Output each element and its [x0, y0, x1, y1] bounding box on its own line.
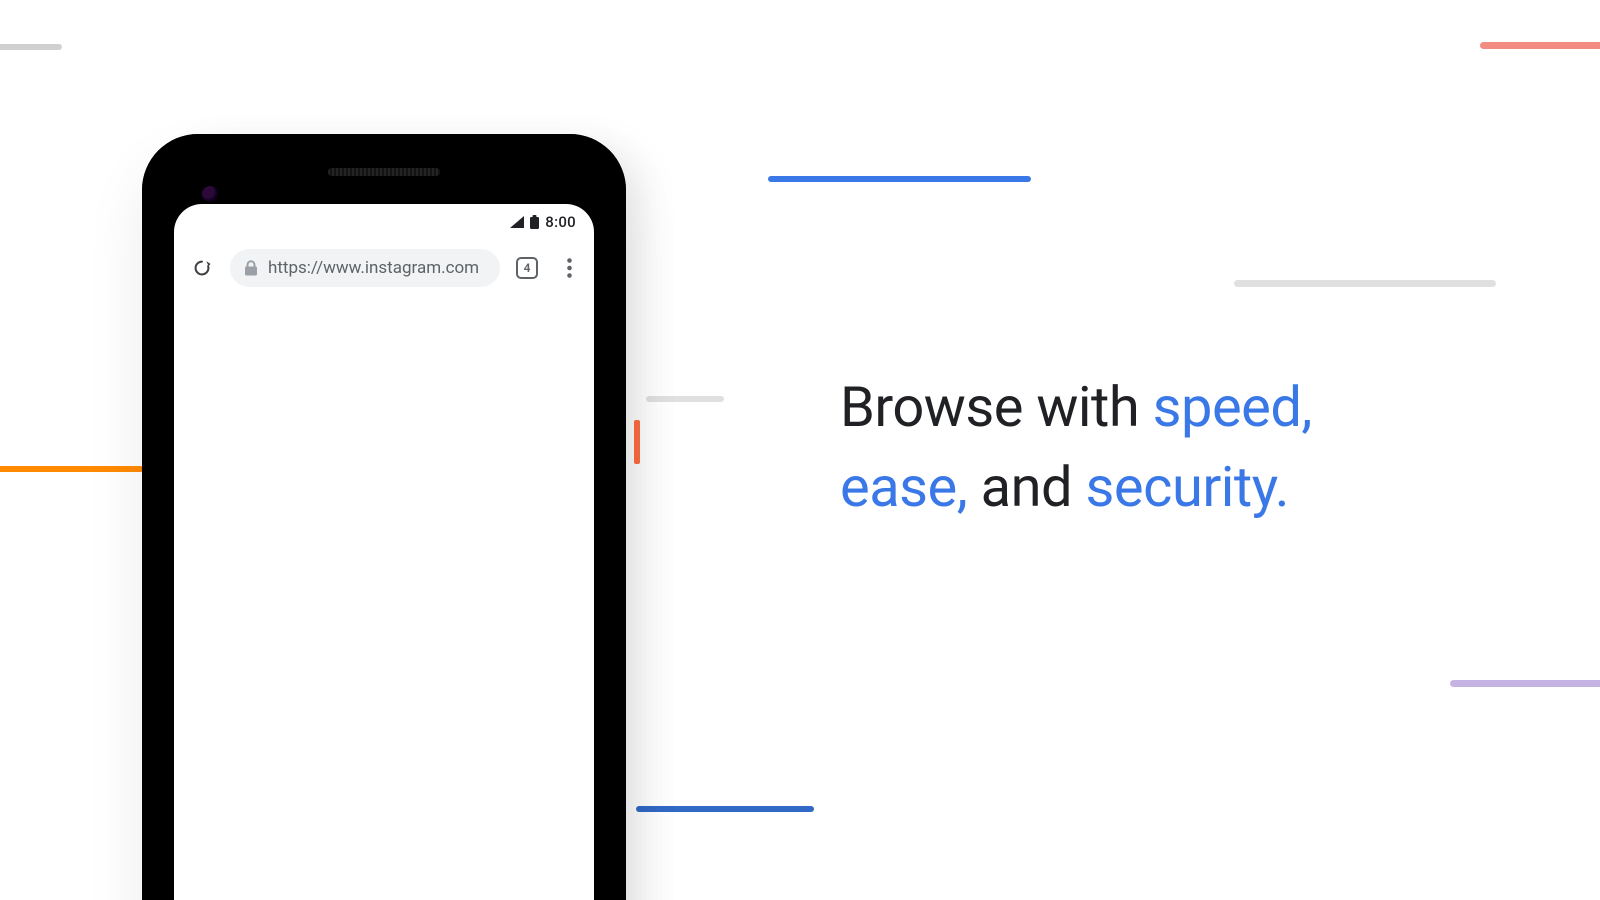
overflow-menu-button[interactable] [554, 251, 584, 285]
lock-icon [244, 260, 258, 276]
tab-count: 4 [524, 262, 531, 274]
decor-bar-orange-left [0, 466, 144, 472]
decor-bar-orange-vertical [634, 420, 640, 464]
headline-highlight-2: security. [1086, 454, 1290, 520]
address-bar-url: https://www.instagram.com [268, 258, 479, 278]
decor-bar-blue-lower [636, 806, 814, 812]
decor-bar-purple-right [1450, 680, 1600, 687]
marketing-headline: Browse with speed, ease, and security. [840, 368, 1440, 527]
headline-part-2: and [967, 454, 1085, 520]
reload-button[interactable] [184, 250, 220, 286]
address-bar[interactable]: https://www.instagram.com [230, 249, 500, 287]
phone-screen: 8:00 https://www.instagram.com 4 [174, 204, 594, 900]
status-time: 8:00 [545, 213, 576, 231]
tab-switcher-button[interactable]: 4 [510, 251, 544, 285]
headline-part-1: Browse with [840, 374, 1153, 440]
phone-camera [202, 186, 218, 202]
phone-frame: 8:00 https://www.instagram.com 4 [142, 134, 626, 900]
decor-bar-blue-upper [768, 176, 1031, 182]
browser-toolbar: https://www.instagram.com 4 [174, 240, 594, 296]
status-bar: 8:00 [174, 204, 594, 240]
decor-bar-grey-top-left [0, 44, 62, 50]
battery-icon [530, 215, 539, 229]
phone-speaker [328, 168, 440, 176]
decor-bar-grey-mid [646, 396, 724, 402]
decor-bar-grey-right [1234, 280, 1496, 287]
cell-signal-icon [510, 216, 524, 228]
decor-bar-red-top-right [1480, 42, 1600, 49]
